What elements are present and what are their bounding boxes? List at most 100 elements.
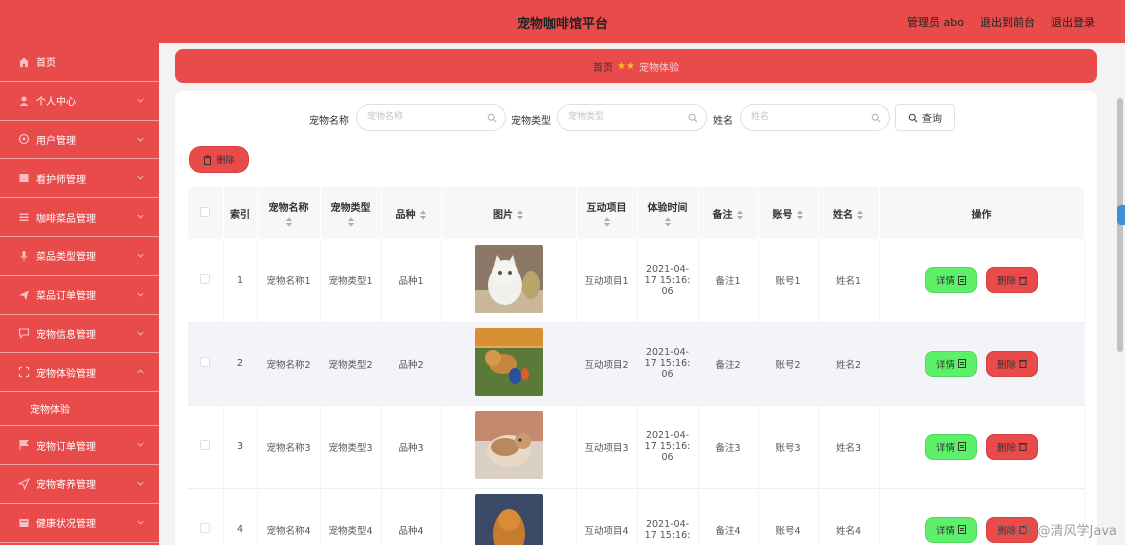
header-name-label: 宠物名称 bbox=[268, 203, 309, 214]
pet-type-label: 宠物类型 bbox=[511, 116, 551, 127]
table-header-row: 索引 宠物名称 宠物类型 品种 图片 互动项目 体验时间 备注 账号 姓名 操作 bbox=[188, 187, 1085, 239]
top-bar: 宠物咖啡馆平台 管理员 abo 退出到前台 退出登录 bbox=[0, 0, 1125, 43]
header-type[interactable]: 宠物类型 bbox=[320, 187, 382, 239]
breadcrumb-home[interactable]: 首页 bbox=[593, 59, 613, 74]
pet-type-input[interactable]: 宠物类型 bbox=[557, 104, 707, 131]
cell-breed: 品种1 bbox=[381, 239, 442, 323]
trash-icon bbox=[1019, 360, 1028, 368]
header-index: 索引 bbox=[223, 187, 258, 239]
header-person[interactable]: 姓名 bbox=[818, 187, 880, 239]
sidebar-item-label: 宠物体验管理 bbox=[36, 368, 96, 380]
header-account-label: 账号 bbox=[772, 209, 793, 221]
trash-icon bbox=[1019, 443, 1028, 451]
chevron-down-icon bbox=[137, 520, 144, 525]
pet-name-input[interactable]: 宠物名称 bbox=[356, 104, 506, 131]
person-name-placeholder: 姓名 bbox=[751, 112, 770, 122]
pet-photo-cat[interactable] bbox=[474, 244, 543, 313]
sidebar-item-label: 首页 bbox=[36, 58, 56, 70]
chevron-down-icon bbox=[137, 443, 144, 447]
detail-button[interactable]: 详情 bbox=[924, 516, 977, 543]
document-icon bbox=[957, 275, 966, 285]
header-image[interactable]: 图片 bbox=[441, 187, 577, 239]
cell-activity: 互动项目1 bbox=[576, 239, 638, 323]
pet-photo-kitten[interactable] bbox=[474, 411, 543, 479]
table-row: 1 宠物名称1 宠物类型1 品种1 互动项目1 2021-04- 17 15:16… bbox=[188, 239, 1085, 323]
cell-breed: 品种3 bbox=[381, 405, 442, 489]
detail-label: 详情 bbox=[935, 442, 955, 454]
delete-label: 删除 bbox=[997, 359, 1017, 371]
time-line: 2021-04- bbox=[645, 347, 690, 358]
sidebar-item-label: 个人中心 bbox=[36, 97, 76, 109]
table-row: 3 宠物名称3 宠物类型3 品种3 互动项目3 2021-04- 17 15:16… bbox=[188, 405, 1085, 489]
query-button[interactable]: 查询 bbox=[895, 104, 955, 131]
detail-button[interactable]: 详情 bbox=[924, 433, 977, 460]
header-account[interactable]: 账号 bbox=[758, 187, 819, 239]
row-checkbox[interactable] bbox=[200, 440, 211, 450]
star-icon: ★★ bbox=[617, 60, 635, 72]
detail-button[interactable]: 详情 bbox=[924, 267, 977, 294]
side-float-tab[interactable] bbox=[1117, 205, 1125, 225]
sidebar-item-dish-types[interactable]: 菜品类型管理 bbox=[0, 237, 159, 276]
cell-remark: 备注1 bbox=[698, 239, 759, 323]
time-line: 06 bbox=[661, 369, 674, 380]
sidebar-item-label: 用户管理 bbox=[36, 135, 76, 147]
sidebar-item-pet-orders[interactable]: 宠物订单管理 bbox=[0, 426, 159, 465]
back-to-frontend-link[interactable]: 退出到前台 bbox=[980, 14, 1035, 30]
detail-label: 详情 bbox=[935, 525, 955, 537]
cell-remark: 备注3 bbox=[698, 405, 759, 489]
sidebar-item-users[interactable]: 用户管理 bbox=[0, 121, 159, 160]
header-time[interactable]: 体验时间 bbox=[637, 187, 699, 239]
cell-time: 2021-04- 17 15:16: 06 bbox=[637, 322, 699, 406]
row-checkbox[interactable] bbox=[200, 523, 211, 533]
header-actions: 操作 bbox=[879, 187, 1085, 239]
chevron-up-icon bbox=[137, 369, 144, 374]
cell-account: 账号2 bbox=[758, 322, 819, 406]
header-name[interactable]: 宠物名称 bbox=[257, 187, 321, 239]
header-remark[interactable]: 备注 bbox=[698, 187, 759, 239]
sidebar-item-coffee-dishes[interactable]: 咖啡菜品管理 bbox=[0, 198, 159, 237]
doc-icon bbox=[18, 517, 30, 529]
vertical-scrollbar[interactable] bbox=[1117, 98, 1123, 352]
sidebar-item-dish-orders[interactable]: 菜品订单管理 bbox=[0, 276, 159, 315]
sidebar-item-health[interactable]: 健康状况管理 bbox=[0, 504, 159, 543]
logout-link[interactable]: 退出登录 bbox=[1051, 14, 1095, 30]
cell-remark: 备注2 bbox=[698, 322, 759, 406]
person-name-input[interactable]: 姓名 bbox=[740, 104, 890, 131]
main-content: 首页 ★★ 宠物体验 宠物名称 宠物名称 宠物类型 宠物类型 姓名 姓名 查询 bbox=[159, 43, 1125, 545]
sidebar-item-profile[interactable]: 个人中心 bbox=[0, 82, 159, 121]
cell-account: 账号4 bbox=[758, 488, 819, 545]
select-all-checkbox[interactable] bbox=[200, 206, 211, 217]
header-breed[interactable]: 品种 bbox=[381, 187, 442, 239]
delete-button[interactable]: 删除 bbox=[986, 267, 1039, 294]
batch-delete-button[interactable]: 删除 bbox=[189, 146, 249, 173]
sidebar-subitem-pet-experience[interactable]: 宠物体验 bbox=[0, 392, 159, 427]
cell-name: 宠物名称4 bbox=[257, 488, 321, 545]
cell-type: 宠物类型1 bbox=[320, 239, 382, 323]
detail-button[interactable]: 详情 bbox=[924, 350, 977, 377]
navigate-icon bbox=[18, 477, 30, 490]
delete-button[interactable]: 删除 bbox=[986, 350, 1039, 377]
row-checkbox[interactable] bbox=[200, 357, 211, 367]
document-icon bbox=[957, 442, 966, 451]
pet-photo-dog-2[interactable] bbox=[474, 494, 543, 545]
sidebar-item-label: 菜品类型管理 bbox=[36, 252, 96, 264]
header-activity[interactable]: 互动项目 bbox=[576, 187, 638, 239]
sidebar-item-label: 看护师管理 bbox=[36, 174, 86, 186]
detail-label: 详情 bbox=[935, 359, 955, 371]
cell-person: 姓名1 bbox=[818, 239, 880, 323]
sidebar-item-caretakers[interactable]: 看护师管理 bbox=[0, 159, 159, 199]
row-checkbox[interactable] bbox=[200, 273, 211, 284]
cell-index: 1 bbox=[223, 239, 258, 323]
header-activity-label: 互动项目 bbox=[586, 203, 627, 214]
cell-index: 4 bbox=[223, 488, 258, 545]
pet-photo-dog[interactable] bbox=[474, 328, 543, 396]
sidebar-item-pet-experience[interactable]: 宠物体验管理 bbox=[0, 353, 159, 393]
delete-button[interactable]: 删除 bbox=[986, 433, 1039, 460]
sidebar-item-pet-info[interactable]: 宠物信息管理 bbox=[0, 315, 159, 354]
chevron-down-icon bbox=[137, 98, 144, 103]
cell-image bbox=[441, 405, 577, 489]
sidebar-item-home[interactable]: 首页 bbox=[0, 43, 159, 82]
cell-time: 2021-04- 17 15:16: 06 bbox=[637, 239, 699, 323]
cell-breed: 品种4 bbox=[381, 488, 442, 545]
sidebar-item-pet-boarding[interactable]: 宠物寄养管理 bbox=[0, 465, 159, 504]
